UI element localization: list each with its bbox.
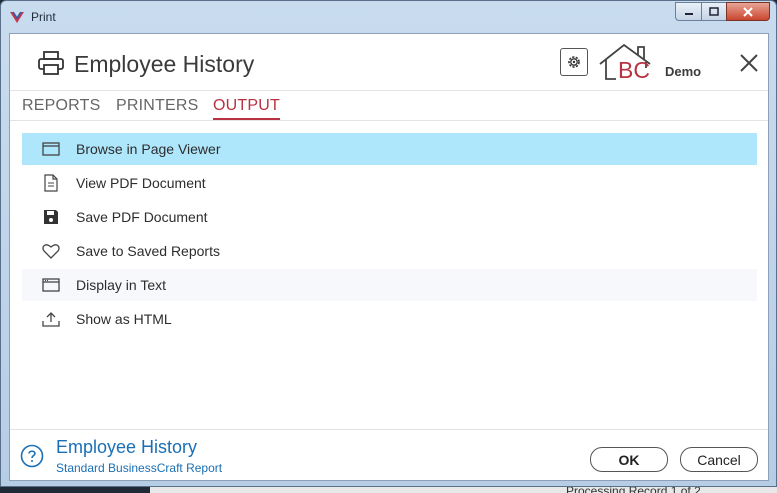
print-dialog-window: Print Employee History BC Demo REPORTS P… (0, 0, 777, 487)
output-option-label: Save to Saved Reports (76, 243, 220, 259)
help-icon[interactable] (20, 444, 44, 468)
window-controls (675, 2, 770, 21)
document-icon (42, 174, 60, 192)
output-option-label: Save PDF Document (76, 209, 208, 225)
export-tray-icon (42, 310, 60, 328)
maximize-icon (709, 7, 719, 16)
dialog-footer: Employee History Standard BusinessCraft … (10, 429, 768, 481)
page-title: Employee History (74, 51, 255, 77)
output-option-label: Show as HTML (76, 311, 172, 327)
minimize-button[interactable] (675, 2, 701, 21)
ok-button[interactable]: OK (590, 447, 668, 472)
output-option-html[interactable]: Show as HTML (22, 303, 757, 335)
gear-icon (568, 56, 580, 68)
maximize-button[interactable] (701, 2, 726, 21)
window-title: Print (31, 10, 56, 24)
title-bar[interactable]: Print (1, 1, 776, 33)
output-option-view-pdf[interactable]: View PDF Document (22, 167, 757, 199)
app-logo-icon (10, 11, 24, 23)
dialog-close-icon[interactable] (738, 52, 760, 74)
output-options-list: Browse in Page Viewer View PDF Document … (22, 133, 757, 337)
report-title: Employee History (56, 437, 198, 457)
printer-icon (38, 51, 64, 75)
floppy-disk-icon (42, 208, 60, 226)
output-option-label: View PDF Document (76, 175, 206, 191)
output-option-browse[interactable]: Browse in Page Viewer (22, 133, 757, 165)
settings-button[interactable] (560, 48, 588, 76)
window-close-button[interactable] (726, 2, 770, 21)
output-option-saved-reports[interactable]: Save to Saved Reports (22, 235, 757, 267)
tab-printers[interactable]: PRINTERS (116, 97, 199, 115)
dialog-content: Employee History BC Demo REPORTS PRINTER… (9, 33, 769, 481)
text-window-icon (42, 276, 60, 294)
heart-icon (42, 242, 60, 260)
output-option-save-pdf[interactable]: Save PDF Document (22, 201, 757, 233)
dialog-header: Employee History BC Demo (10, 34, 768, 92)
tab-output[interactable]: OUTPUT (213, 97, 280, 120)
report-subtitle: Standard BusinessCraft Report (56, 461, 223, 475)
tab-reports[interactable]: REPORTS (22, 97, 100, 115)
output-option-label: Browse in Page Viewer (76, 141, 221, 157)
browser-window-icon (42, 140, 60, 158)
company-logo: BC (598, 42, 668, 83)
minimize-icon (684, 12, 693, 15)
output-option-label: Display in Text (76, 277, 167, 293)
demo-label: Demo (665, 64, 702, 79)
close-icon (743, 6, 753, 17)
cancel-button[interactable]: Cancel (680, 447, 758, 472)
logo-text: BC (618, 57, 650, 83)
tab-bar: REPORTS PRINTERS OUTPUT (10, 90, 768, 121)
output-option-display-text[interactable]: Display in Text (22, 269, 757, 301)
